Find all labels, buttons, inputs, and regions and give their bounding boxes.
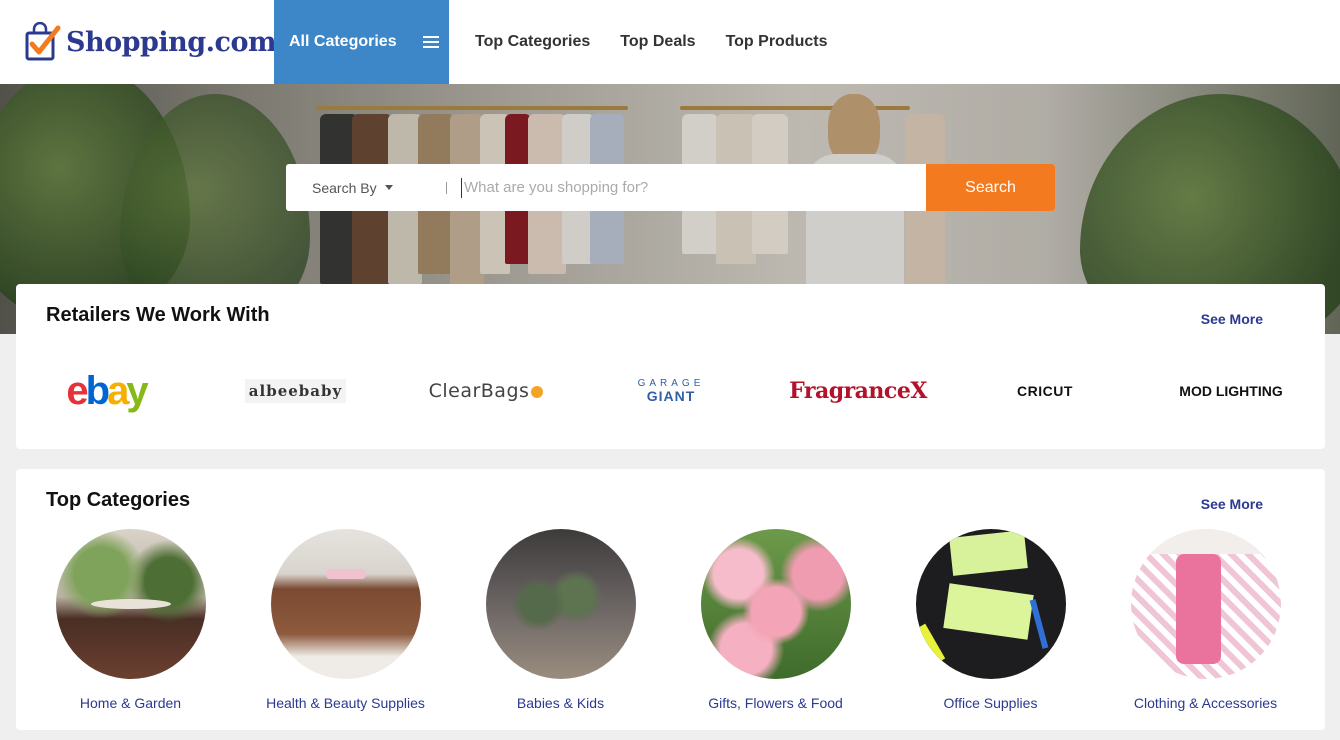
- ebay-letter: b: [85, 368, 111, 413]
- search-bar: Search By Search: [286, 164, 1055, 211]
- nav-top-categories[interactable]: Top Categories: [475, 33, 590, 51]
- category-label: Home & Garden: [79, 695, 182, 711]
- retailer-logos: ebay albeebaby ClearBags GARAGE GIANT Fr…: [16, 366, 1325, 416]
- search-by-label: Search By: [312, 179, 377, 196]
- clearbags-swirl-icon: [531, 385, 544, 398]
- top-categories-see-more-link[interactable]: See More: [1201, 496, 1263, 512]
- retailer-logo-ebay[interactable]: ebay: [56, 366, 156, 416]
- category-label: Babies & Kids: [516, 695, 605, 711]
- category-babies-kids[interactable]: Babies & Kids: [453, 529, 668, 711]
- retailer-logo-cricut[interactable]: CRICUT: [1001, 366, 1089, 416]
- top-categories-title: Top Categories: [46, 489, 191, 511]
- category-label: Clothing & Accessories: [1133, 695, 1278, 711]
- site-logo[interactable]: Shopping.com®: [0, 0, 282, 84]
- category-office-supplies[interactable]: Office Supplies: [883, 529, 1098, 711]
- albeebaby-wordmark: albeebaby: [244, 379, 347, 403]
- gifts-flowers-food-image: [700, 529, 851, 679]
- site-header: Shopping.com® All Categories Top Categor…: [0, 0, 1340, 84]
- health-beauty-image: [270, 529, 421, 679]
- search-divider: [446, 181, 447, 194]
- ebay-letter: y: [126, 368, 148, 413]
- category-gifts-flowers-food[interactable]: Gifts, Flowers & Food: [668, 529, 883, 711]
- nav-top-products[interactable]: Top Products: [726, 33, 828, 51]
- ebay-letter: a: [107, 368, 129, 413]
- category-health-beauty[interactable]: Health & Beauty Supplies: [238, 529, 453, 711]
- shopping-bag-check-icon: [24, 21, 62, 62]
- caret-down-icon: [384, 185, 393, 190]
- category-home-garden[interactable]: Home & Garden: [23, 529, 238, 711]
- clothing-accessories-image: [1130, 529, 1281, 679]
- search-input[interactable]: [461, 177, 926, 198]
- retailer-logo-albeebaby[interactable]: albeebaby: [238, 366, 353, 416]
- retailer-logo-fragrancex[interactable]: FragranceX: [789, 366, 927, 416]
- retailers-see-more-link[interactable]: See More: [1201, 311, 1263, 327]
- logo-wordmark: Shopping.com: [66, 26, 277, 58]
- nav-top-deals[interactable]: Top Deals: [620, 33, 695, 51]
- retailers-section: Retailers We Work With See More ebay alb…: [16, 284, 1325, 449]
- all-categories-label: All Categories: [289, 33, 397, 50]
- cricut-wordmark: CRICUT: [1017, 383, 1073, 399]
- babies-kids-image: [485, 529, 636, 679]
- category-label: Health & Beauty Supplies: [266, 695, 425, 711]
- all-categories-button[interactable]: All Categories: [274, 0, 449, 84]
- category-label: Office Supplies: [943, 695, 1038, 711]
- retailer-logo-clearbags[interactable]: ClearBags: [426, 366, 546, 416]
- retailers-title: Retailers We Work With: [46, 304, 270, 326]
- home-garden-image: [55, 529, 206, 679]
- top-nav: Top Categories Top Deals Top Products: [449, 0, 827, 84]
- fragrancex-wordmark: FragranceX: [789, 378, 927, 404]
- office-supplies-image: [915, 529, 1066, 679]
- category-label: Gifts, Flowers & Food: [708, 695, 843, 711]
- garage-giant-bottom: GIANT: [646, 388, 696, 404]
- search-by-dropdown[interactable]: Search By: [286, 180, 446, 196]
- ebay-letter: e: [66, 368, 88, 413]
- category-clothing-accessories[interactable]: Clothing & Accessories: [1098, 529, 1313, 711]
- retailer-logo-garage-giant[interactable]: GARAGE GIANT: [631, 366, 711, 416]
- mod-lighting-wordmark: MOD LIGHTING: [1179, 383, 1283, 399]
- top-categories-section: Top Categories See More Home & Garden He…: [16, 469, 1325, 730]
- hamburger-menu-icon: [422, 36, 439, 48]
- search-button[interactable]: Search: [926, 164, 1055, 211]
- retailer-logo-mod-lighting[interactable]: MOD LIGHTING: [1176, 366, 1286, 416]
- clearbags-wordmark: ClearBags: [428, 380, 530, 402]
